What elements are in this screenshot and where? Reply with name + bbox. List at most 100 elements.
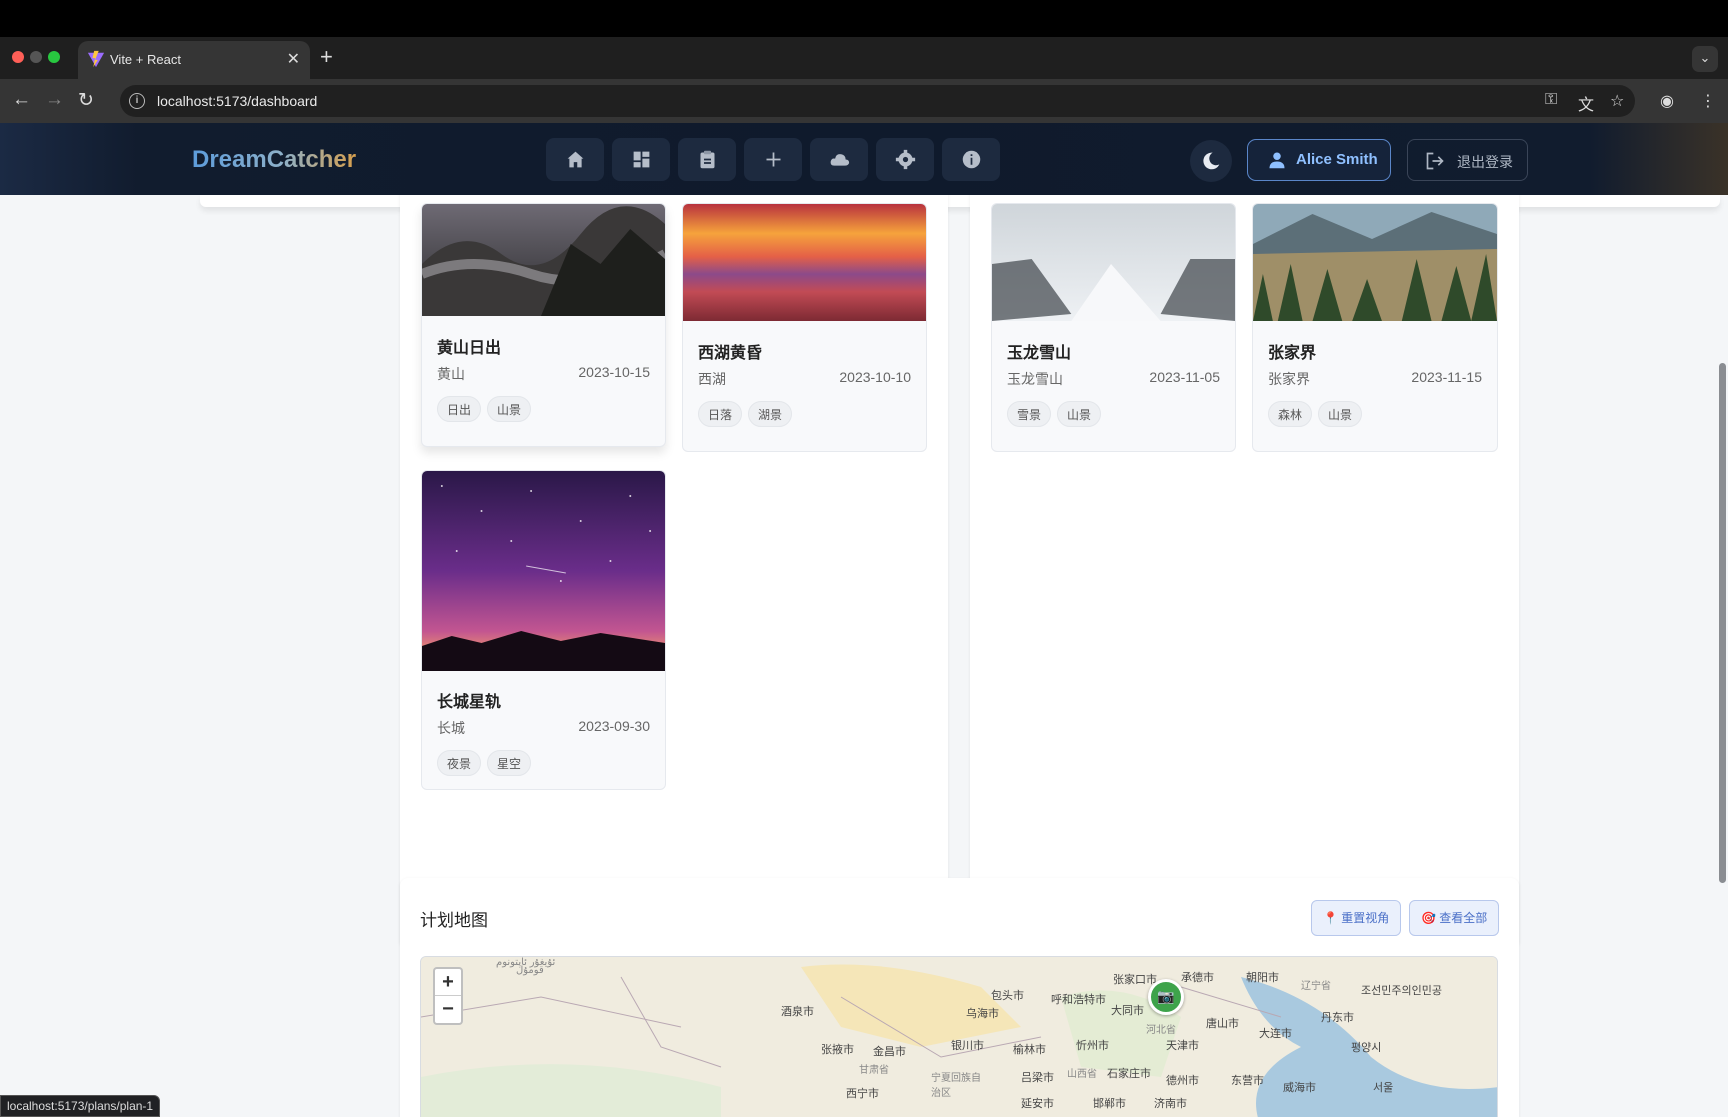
new-tab-button[interactable]: + [320, 44, 333, 70]
map-label: 张掖市 [821, 1044, 854, 1056]
translate-icon[interactable]: 文 [1578, 91, 1594, 115]
card-location: 张家界 [1268, 371, 1310, 387]
minimize-window-icon[interactable] [30, 51, 42, 63]
card-location: 长城 [437, 720, 465, 736]
map-label: 河北省 [1146, 1025, 1176, 1036]
plan-map[interactable]: + − ئۇيغۇر ئاپتونوم قومۇل 张家口市 承德市 朝阳市 辽… [420, 956, 1498, 1117]
plan-card-changcheng[interactable]: 长城星轨 长城 2023-09-30 夜景 星空 [421, 470, 666, 790]
map-label: 包头市 [991, 990, 1024, 1002]
browser-tab[interactable]: Vite + React ✕ [78, 41, 310, 79]
plan-card-xihu[interactable]: 西湖黄昏 西湖 2023-10-10 日落 湖景 [682, 203, 927, 452]
map-label: 酒泉市 [781, 1006, 814, 1018]
user-name: Alice Smith [1296, 151, 1378, 168]
map-label: 朝阳市 [1246, 972, 1279, 984]
plans-panel-left: 黄山日出 黄山 2023-10-15 日出 山景 西湖黄昏 西湖 2023-10-… [400, 183, 948, 948]
bookmark-star-icon[interactable]: ☆ [1610, 91, 1624, 111]
map-label: 忻州市 [1076, 1040, 1109, 1052]
card-title: 西湖黄昏 [698, 345, 763, 362]
plan-card-yulong[interactable]: 玉龙雪山 玉龙雪山 2023-11-05 雪景 山景 [991, 203, 1236, 452]
plus-icon [766, 152, 781, 167]
card-tag: 日出 [437, 396, 482, 422]
map-label: 宁夏回族自治区 [931, 1073, 981, 1099]
logout-icon [1426, 152, 1444, 170]
address-url: localhost:5173/dashboard [157, 93, 318, 109]
card-location: 西湖 [698, 371, 726, 387]
gear-icon [895, 149, 916, 170]
back-icon[interactable]: ← [12, 89, 31, 111]
card-image-huangshan [422, 204, 665, 316]
site-info-icon[interactable]: i [129, 93, 145, 109]
map-label: 金昌市 [873, 1046, 906, 1058]
nav-settings-button[interactable] [876, 138, 934, 181]
card-tag: 山景 [487, 396, 532, 422]
map-label: 邯郸市 [1093, 1098, 1126, 1110]
plans-panel-right: 玉龙雪山 玉龙雪山 2023-11-05 雪景 山景 张家界 张家界 2023-1… [970, 183, 1519, 948]
nav-create-button[interactable] [744, 138, 802, 181]
password-key-icon[interactable]: ⚿ [1545, 91, 1557, 109]
map-label: 丹东市 [1321, 1012, 1354, 1024]
map-label: 德州市 [1166, 1075, 1199, 1087]
zoom-out-button[interactable]: − [435, 996, 461, 1023]
card-date: 2023-09-30 [578, 718, 650, 734]
map-label: 天津市 [1166, 1040, 1199, 1052]
plan-map-marker[interactable]: 📷 [1148, 979, 1184, 1015]
reset-view-label: 重置视角 [1341, 911, 1390, 925]
map-zoom-control: + − [433, 967, 463, 1025]
vite-icon [87, 50, 105, 68]
map-label: 银川市 [951, 1040, 984, 1052]
nav-weather-button[interactable] [810, 138, 868, 181]
card-date: 2023-10-15 [578, 364, 650, 380]
logout-button[interactable]: 退出登录 [1407, 139, 1528, 181]
card-tag: 星空 [487, 750, 532, 776]
browser-menu-icon[interactable]: ⋮ [1700, 91, 1716, 111]
tab-close-icon[interactable]: ✕ [287, 49, 300, 69]
map-label: 承德市 [1181, 972, 1214, 984]
theme-toggle-button[interactable] [1190, 140, 1232, 182]
map-label: 평양시 [1351, 1042, 1382, 1054]
nav-dashboard-button[interactable] [612, 138, 670, 181]
card-image-changcheng [422, 471, 665, 671]
nav-plans-button[interactable] [678, 138, 736, 181]
card-tag: 夜景 [437, 750, 482, 776]
card-tag: 日落 [698, 401, 743, 427]
map-label: 山西省 [1067, 1069, 1097, 1080]
card-image-xihu [683, 204, 926, 321]
close-window-icon[interactable] [12, 51, 24, 63]
profile-icon[interactable]: ◉ [1660, 91, 1674, 111]
nav-home-button[interactable] [546, 138, 604, 181]
zoom-in-button[interactable]: + [435, 969, 461, 996]
status-bar-url: localhost:5173/plans/plan-1 [0, 1095, 161, 1117]
card-date: 2023-11-05 [1149, 369, 1220, 385]
card-title: 张家界 [1268, 345, 1317, 362]
map-label: 서울 [1373, 1082, 1394, 1094]
reset-view-button[interactable]: 📍 重置视角 [1311, 900, 1402, 936]
view-all-button[interactable]: 🎯 查看全部 [1409, 900, 1500, 936]
card-tag: 山景 [1057, 401, 1102, 427]
reload-icon[interactable]: ↻ [78, 89, 94, 112]
map-label: 呼和浩特市 [1051, 994, 1106, 1006]
address-bar[interactable]: i localhost:5173/dashboard [120, 85, 1635, 117]
moon-icon [1203, 152, 1220, 170]
clipboard-icon [700, 150, 715, 169]
nav-about-button[interactable] [942, 138, 1000, 181]
page-viewport: 黄山日出 黄山 2023-10-15 日出 山景 西湖黄昏 西湖 2023-10-… [0, 123, 1728, 1117]
plan-card-huangshan[interactable]: 黄山日出 黄山 2023-10-15 日出 山景 [421, 203, 666, 447]
user-icon [1269, 152, 1285, 169]
zoom-window-icon[interactable] [48, 51, 60, 63]
tab-title: Vite + React [110, 52, 181, 67]
info-icon [962, 150, 981, 169]
dashboard-icon [633, 151, 650, 168]
page-scrollbar[interactable] [1719, 363, 1726, 883]
home-icon [567, 151, 584, 168]
map-label: 吕梁市 [1021, 1072, 1054, 1084]
user-profile-button[interactable]: Alice Smith [1247, 139, 1391, 181]
forward-icon[interactable]: → [45, 89, 64, 111]
brand-logo[interactable]: DreamCatcher [192, 146, 356, 174]
cloud-icon [830, 154, 850, 166]
card-title: 玉龙雪山 [1007, 345, 1072, 362]
tab-search-icon[interactable]: ⌄ [1692, 46, 1718, 72]
map-label: 石家庄市 [1107, 1068, 1151, 1080]
map-label: 张家口市 [1113, 974, 1157, 986]
map-label: 唐山市 [1206, 1018, 1239, 1030]
plan-card-zhangjiajie[interactable]: 张家界 张家界 2023-11-15 森林 山景 [1252, 203, 1498, 452]
